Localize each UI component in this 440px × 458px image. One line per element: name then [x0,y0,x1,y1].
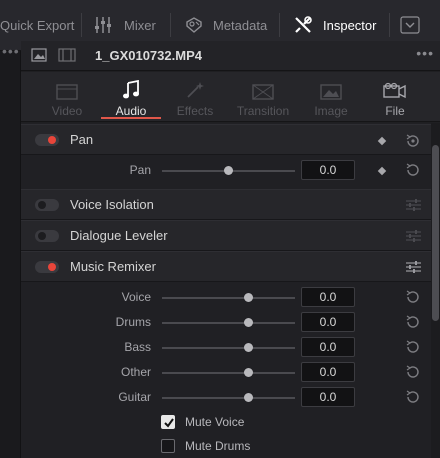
tab-video-label: Video [51,104,83,118]
mute-voice-checkbox[interactable] [161,415,175,429]
transition-icon [227,72,299,102]
music-note-icon [95,72,167,102]
remixer-param-label: Voice [121,290,151,304]
mute-voice-label: Mute Voice [185,415,245,429]
keyframe-diamond-icon[interactable] [377,136,387,146]
music-remixer-section-header[interactable]: Music Remixer [21,251,431,282]
pan-param-label: Pan [129,163,151,177]
reset-all-icon[interactable] [405,133,421,154]
reset-icon[interactable] [405,162,421,183]
inspector-icon [293,15,313,35]
dialogue-leveler-section-header[interactable]: Dialogue Leveler [21,220,431,251]
remixer-param-row: Drums 0.0 [21,310,431,335]
dialogue-leveler-toggle[interactable] [35,230,59,242]
music-remixer-title: Music Remixer [70,259,156,274]
metadata-icon [184,16,204,34]
tab-effects[interactable]: Effects [159,72,231,122]
more-options-icon[interactable]: ••• [2,44,20,58]
remixer-value-field[interactable]: 0.0 [301,362,355,382]
remixer-slider-handle[interactable] [244,343,253,352]
remixer-param-label: Guitar [118,390,151,404]
remixer-param-label: Other [120,365,151,379]
reset-icon[interactable] [405,389,421,410]
pan-enable-toggle[interactable] [35,134,59,146]
voice-isolation-toggle[interactable] [35,199,59,211]
tab-file[interactable]: File [359,72,431,122]
remixer-value-field[interactable]: 0.0 [301,312,355,332]
remixer-param-row: Bass 0.0 [21,335,431,360]
voice-isolation-title: Voice Isolation [70,197,154,212]
remixer-slider-handle[interactable] [244,368,253,377]
remixer-slider-handle[interactable] [244,293,253,302]
effects-icon [159,72,231,102]
tab-file-label: File [385,104,405,118]
clip-filename: 1_GX010732.MP4 [95,48,202,63]
tab-video[interactable]: Video [31,72,103,122]
remixer-slider-track[interactable] [162,297,295,299]
remixer-param-label: Drums [115,315,151,329]
tab-image-label: Image [314,104,348,118]
settings-sliders-icon[interactable] [406,198,421,217]
panel-scrollbar[interactable] [431,123,440,458]
remixer-value-field[interactable]: 0.0 [301,387,355,407]
remixer-slider-track[interactable] [162,397,295,399]
remixer-slider-track[interactable] [162,372,295,374]
thumbnail-view-icon[interactable] [31,48,47,67]
pan-value-field[interactable]: 0.0 [301,160,355,180]
remixer-param-row: Guitar 0.0 [21,385,431,410]
keyframe-diamond-icon[interactable] [377,166,387,176]
reset-icon[interactable] [405,364,421,385]
toolbar-divider [170,13,171,37]
tab-image[interactable]: Image [295,72,367,122]
settings-sliders-icon[interactable] [406,229,421,248]
reset-icon[interactable] [405,339,421,360]
inspector-label: Inspector [323,17,377,33]
filmstrip-view-icon[interactable] [58,48,76,67]
music-remixer-toggle[interactable] [35,261,59,273]
voice-isolation-section-header[interactable]: Voice Isolation [21,189,431,220]
pan-section-title: Pan [70,132,94,147]
reset-icon[interactable] [405,289,421,310]
mute-drums-checkbox[interactable] [161,439,175,453]
remixer-param-row: Other 0.0 [21,360,431,385]
mute-drums-label: Mute Drums [185,439,251,453]
pan-param-row: Pan 0.0 [21,158,431,183]
image-icon [295,72,367,102]
mixer-label: Mixer [124,17,156,33]
toolbar-divider [279,13,280,37]
reset-icon[interactable] [405,314,421,335]
tab-audio-label: Audio [115,104,147,118]
tab-transition[interactable]: Transition [227,72,299,122]
remixer-slider-handle[interactable] [244,393,253,402]
clip-header: 1_GX010732.MP4 ••• [21,41,440,71]
quick-export-label: Quick Export [0,17,75,33]
settings-sliders-icon[interactable] [406,260,421,279]
remixer-slider-handle[interactable] [244,318,253,327]
remixer-value-field[interactable]: 0.0 [301,287,355,307]
remixer-value-field[interactable]: 0.0 [301,337,355,357]
video-icon [31,72,103,102]
chevron-down-icon [400,16,420,34]
toolbar-divider [81,13,82,37]
scrollbar-thumb[interactable] [432,145,439,321]
remixer-param-label: Bass [124,340,151,354]
clip-options-icon[interactable]: ••• [416,45,434,61]
mixer-icon [94,16,112,34]
pan-section-header[interactable]: Pan [21,124,431,155]
left-panel-edge: ••• [0,44,21,458]
file-icon [359,72,431,102]
pan-slider-handle[interactable] [224,166,233,175]
audio-inspector-panel: Pan Pan 0.0 Voice Isolation Dialogue Lev… [21,123,431,458]
remixer-slider-track[interactable] [162,322,295,324]
inspector-tabs: Video Audio Effects Transition Image Fil… [21,72,440,122]
remixer-slider-track[interactable] [162,347,295,349]
toolbar-divider [389,13,390,37]
tab-transition-label: Transition [236,104,290,118]
tab-effects-label: Effects [176,104,214,118]
tab-audio[interactable]: Audio [95,72,167,122]
dialogue-leveler-title: Dialogue Leveler [70,228,168,243]
remixer-param-row: Voice 0.0 [21,285,431,310]
metadata-label: Metadata [213,17,268,33]
